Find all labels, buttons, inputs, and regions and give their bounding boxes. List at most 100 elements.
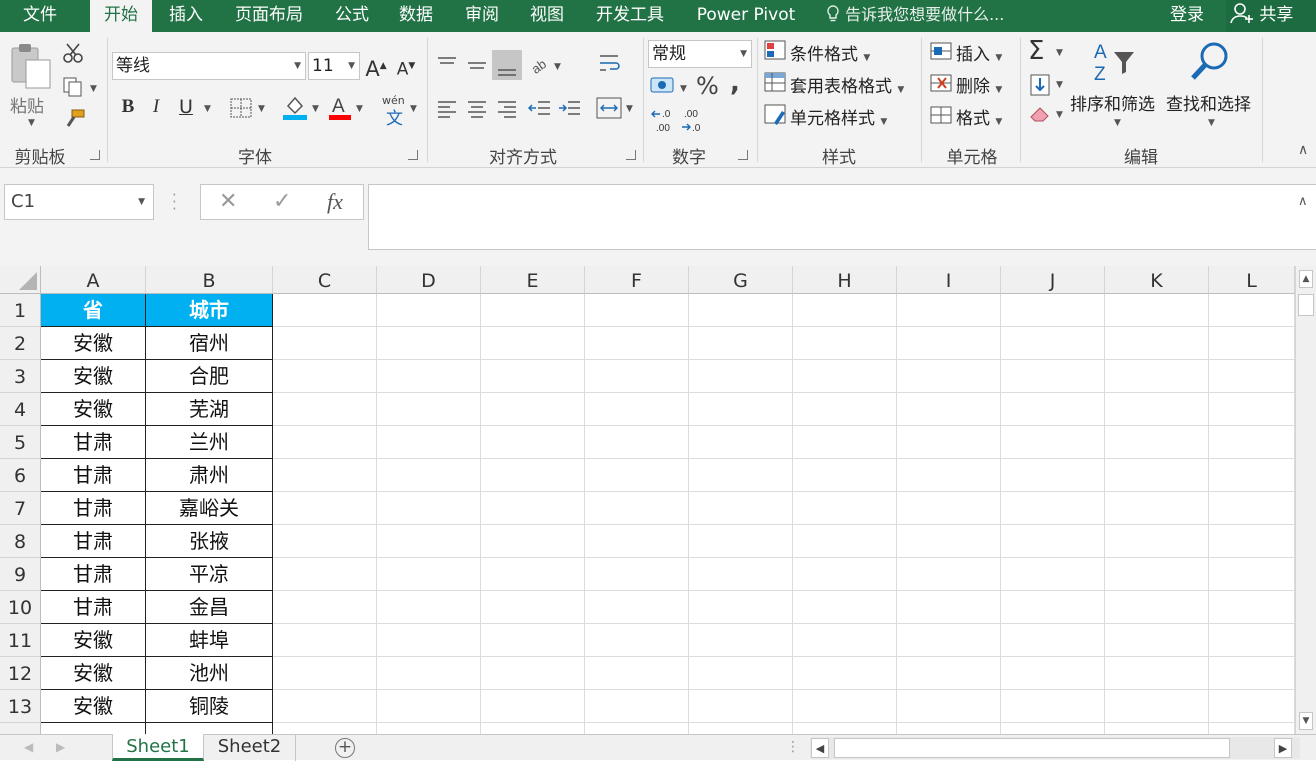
currency-dropdown-icon[interactable]: ▼	[680, 84, 687, 94]
insert-function-icon[interactable]: fx	[327, 185, 343, 219]
cancel-icon[interactable]: ✕	[219, 185, 237, 219]
column-header-k[interactable]: K	[1105, 266, 1209, 294]
cell-a5[interactable]: 甘肃	[41, 426, 146, 459]
row-header-10[interactable]: 10	[0, 591, 41, 624]
tab-view[interactable]: 视图	[518, 0, 576, 32]
row-header-12[interactable]: 12	[0, 657, 41, 690]
format-cells-button[interactable]: 格式 ▼	[956, 104, 1002, 129]
column-header-j[interactable]: J	[1001, 266, 1105, 294]
horizontal-scroll-thumb[interactable]	[834, 738, 1230, 758]
cell-a12[interactable]: 安徽	[41, 657, 146, 690]
comma-button[interactable]: ,	[730, 68, 740, 98]
find-select-label[interactable]: 查找和选择	[1166, 90, 1251, 115]
cell-a11[interactable]: 安徽	[41, 624, 146, 657]
prev-sheet-icon[interactable]: ◀	[24, 735, 33, 759]
font-launcher-icon[interactable]	[408, 150, 418, 160]
tab-insert[interactable]: 插入	[158, 0, 214, 32]
column-header-c[interactable]: C	[273, 266, 377, 294]
cell-partial[interactable]	[146, 723, 273, 734]
column-header-g[interactable]: G	[689, 266, 793, 294]
orientation-icon[interactable]: ab	[529, 54, 552, 80]
cell-a9[interactable]: 甘肃	[41, 558, 146, 591]
font-name-select[interactable]: 等线 ▼	[112, 52, 306, 80]
italic-button[interactable]: I	[144, 95, 168, 119]
align-left-icon[interactable]	[436, 98, 458, 124]
number-format-select[interactable]: 常规 ▼	[648, 40, 752, 68]
tell-me-box[interactable]: 告诉我您想要做什么...	[826, 0, 1004, 32]
sort-filter-dropdown-icon[interactable]: ▼	[1114, 118, 1121, 128]
find-select-dropdown-icon[interactable]: ▼	[1208, 118, 1215, 128]
alignment-launcher-icon[interactable]	[626, 150, 636, 160]
cell-b11[interactable]: 蚌埠	[146, 624, 273, 657]
row-header-6[interactable]: 6	[0, 459, 41, 492]
cell-style-button[interactable]: 单元格样式 ▼	[790, 104, 887, 129]
column-header-a[interactable]: A	[41, 266, 146, 294]
horizontal-scrollbar[interactable]: ◀ ▶	[810, 737, 1300, 759]
increase-indent-icon[interactable]	[558, 98, 582, 124]
underline-button[interactable]: U	[174, 95, 198, 119]
tab-data[interactable]: 数据	[388, 0, 444, 32]
conditional-format-button[interactable]: 条件格式 ▼	[790, 40, 870, 65]
merge-center-icon[interactable]	[596, 96, 622, 124]
header-cell-a1[interactable]: 省	[41, 294, 146, 327]
conditional-format-icon[interactable]	[764, 40, 788, 66]
tab-formulas[interactable]: 公式	[324, 0, 380, 32]
scroll-thumb[interactable]	[1298, 294, 1314, 316]
format-cells-icon[interactable]	[930, 104, 954, 130]
merge-dropdown-icon[interactable]: ▼	[626, 104, 633, 114]
insert-cells-icon[interactable]	[930, 40, 954, 66]
magnifier-icon[interactable]	[1188, 40, 1232, 90]
cell-b2[interactable]: 宿州	[146, 327, 273, 360]
row-header-2[interactable]: 2	[0, 327, 41, 360]
cell-style-icon[interactable]	[764, 104, 788, 130]
paste-dropdown-icon[interactable]: ▼	[28, 118, 35, 128]
fill-dropdown-icon[interactable]: ▼	[1056, 80, 1063, 90]
sort-filter-icon[interactable]: AZ	[1092, 40, 1142, 90]
delete-cells-icon[interactable]	[930, 72, 954, 98]
table-format-icon[interactable]	[764, 72, 788, 98]
underline-dropdown-icon[interactable]: ▼	[204, 104, 211, 114]
next-sheet-icon[interactable]: ▶	[56, 735, 65, 759]
fill-color-icon[interactable]	[282, 94, 308, 124]
expand-formula-icon[interactable]: ∧	[1298, 194, 1308, 209]
orientation-dropdown-icon[interactable]: ▼	[554, 62, 561, 72]
tab-page-layout[interactable]: 页面布局	[224, 0, 314, 32]
name-box[interactable]: C1 ▼	[4, 184, 154, 220]
decrease-decimal-icon[interactable]: .00.0	[680, 106, 712, 138]
tab-home[interactable]: 开始	[90, 0, 152, 32]
autosum-icon[interactable]: Σ	[1028, 36, 1044, 66]
cell-a3[interactable]: 安徽	[41, 360, 146, 393]
clear-dropdown-icon[interactable]: ▼	[1056, 110, 1063, 120]
align-middle-icon[interactable]	[466, 54, 488, 80]
login-button[interactable]: 登录	[1170, 0, 1204, 30]
cell-partial[interactable]	[41, 723, 146, 734]
clipboard-launcher-icon[interactable]	[90, 150, 100, 160]
cell-a8[interactable]: 甘肃	[41, 525, 146, 558]
copy-dropdown-icon[interactable]: ▼	[90, 84, 97, 94]
enter-icon[interactable]: ✓	[273, 185, 291, 219]
scroll-up-icon[interactable]: ▲	[1299, 270, 1313, 288]
number-launcher-icon[interactable]	[738, 150, 748, 160]
decrease-font-icon[interactable]: A▼	[394, 54, 418, 80]
cell-b9[interactable]: 平凉	[146, 558, 273, 591]
phonetic-dropdown-icon[interactable]: ▼	[410, 104, 417, 114]
phonetic-icon[interactable]: 文	[386, 104, 403, 129]
sheet-tab-sheet1[interactable]: Sheet1	[112, 734, 204, 761]
cell-a4[interactable]: 安徽	[41, 393, 146, 426]
sort-filter-label[interactable]: 排序和筛选	[1070, 90, 1155, 115]
align-right-icon[interactable]	[496, 98, 518, 124]
cell-b4[interactable]: 芜湖	[146, 393, 273, 426]
align-top-icon[interactable]	[436, 54, 458, 80]
share-button[interactable]: 共享	[1226, 0, 1316, 32]
percent-button[interactable]: %	[696, 72, 719, 100]
cell-b10[interactable]: 金昌	[146, 591, 273, 624]
select-all-corner[interactable]	[0, 266, 41, 294]
increase-decimal-icon[interactable]: .0.00	[650, 106, 682, 138]
tab-splitter-icon[interactable]: ⋮	[786, 735, 800, 759]
borders-icon[interactable]	[230, 98, 252, 122]
cell-b7[interactable]: 嘉峪关	[146, 492, 273, 525]
borders-dropdown-icon[interactable]: ▼	[258, 104, 265, 114]
format-painter-icon[interactable]	[62, 108, 86, 134]
align-center-icon[interactable]	[466, 98, 488, 124]
tab-file[interactable]: 文件	[0, 0, 80, 32]
